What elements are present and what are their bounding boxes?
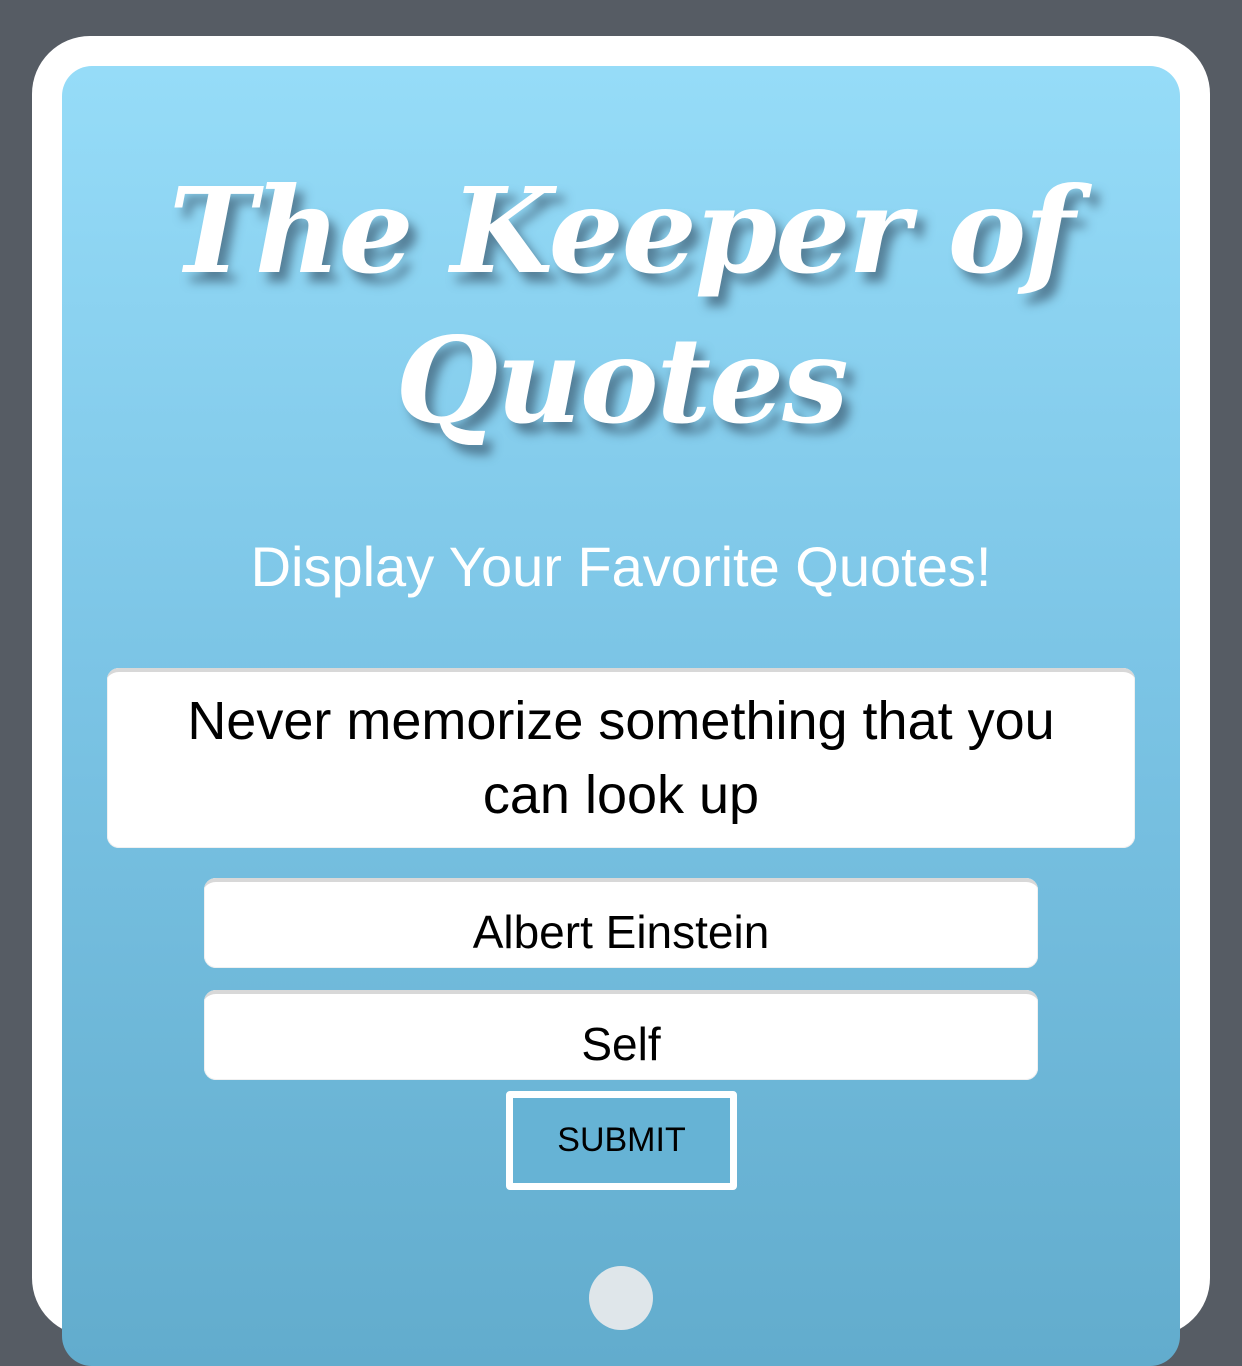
app-frame: The Keeper of Quotes Display Your Favorit… (32, 36, 1210, 1366)
submit-button[interactable]: SUBMIT (506, 1091, 737, 1190)
title-line-1: The Keeper of (168, 161, 1075, 300)
author-input[interactable] (204, 878, 1038, 968)
page-title: The Keeper of Quotes (62, 156, 1180, 456)
page-subtitle: Display Your Favorite Quotes! (250, 535, 992, 598)
partial-round-control (589, 1266, 653, 1330)
source-input[interactable] (204, 990, 1038, 1080)
quote-input[interactable]: Never memorize something that you can lo… (107, 668, 1135, 848)
quote-panel: The Keeper of Quotes Display Your Favorit… (62, 66, 1180, 1366)
title-line-2: Quotes (395, 311, 848, 450)
